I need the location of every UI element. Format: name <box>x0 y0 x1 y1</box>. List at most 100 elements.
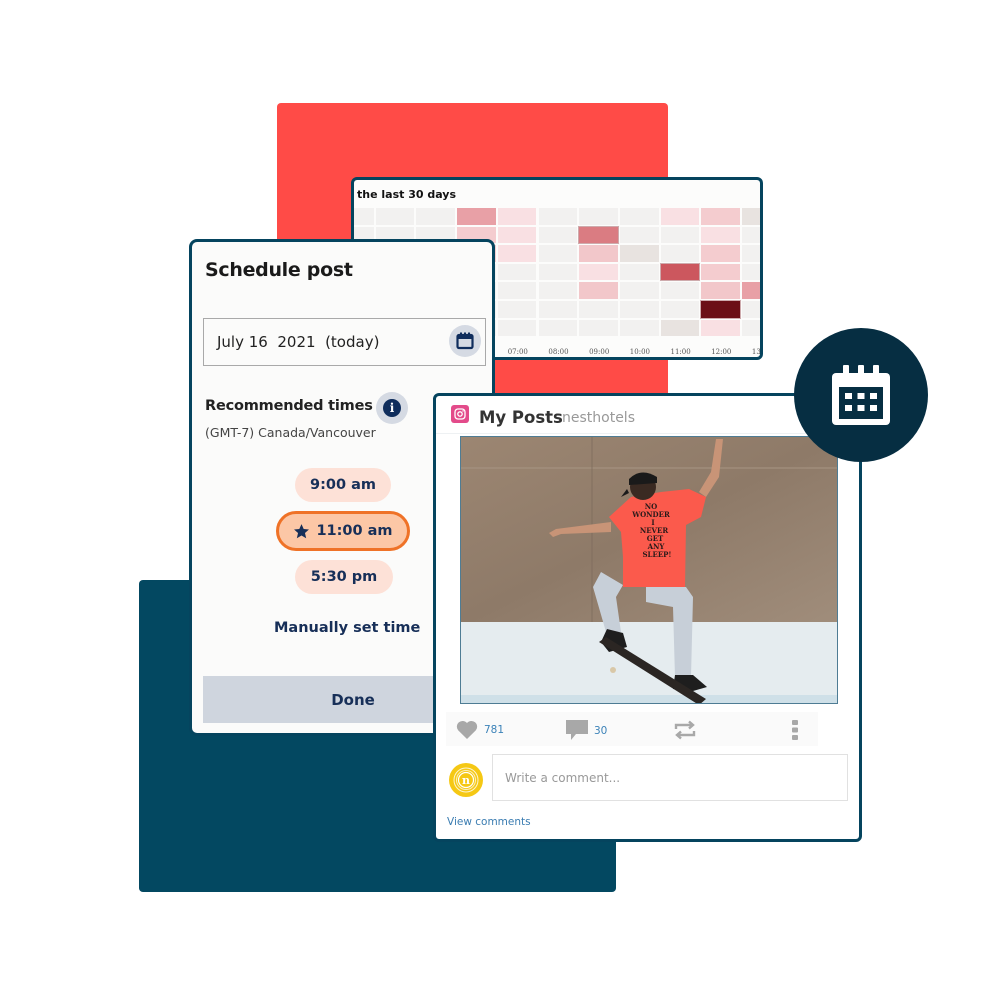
post-actions-bar: 781 30 <box>446 712 818 746</box>
svg-text:SLEEP!: SLEEP! <box>643 550 672 559</box>
heatmap-cell <box>375 208 415 225</box>
heatmap-cell <box>457 208 496 225</box>
repost-button[interactable] <box>673 720 697 740</box>
info-button[interactable]: i <box>376 392 408 424</box>
time-label: 11:00 am <box>316 523 393 539</box>
heatmap-cell <box>578 225 619 245</box>
heatmap-cell <box>742 245 760 262</box>
heatmap-cell <box>538 319 578 337</box>
heatmap-cell <box>497 282 537 299</box>
date-value: July 16 2021 (today) <box>217 333 380 351</box>
like-count: 781 <box>484 723 505 736</box>
comment-input[interactable] <box>492 754 848 801</box>
heatmap-cell <box>579 301 618 318</box>
heatmap-cell <box>701 282 740 299</box>
date-picker-button[interactable] <box>449 325 481 357</box>
calendar-icon <box>456 332 474 350</box>
heatmap-cell <box>538 263 578 281</box>
heart-icon <box>456 720 478 739</box>
heatmap-x-label: 12:00 <box>711 348 732 356</box>
heatmap-cell <box>579 319 618 337</box>
more-vertical-icon <box>792 720 798 740</box>
heatmap-cell <box>619 263 659 281</box>
heatmap-cell <box>742 263 760 281</box>
heatmap-cell <box>538 226 578 244</box>
heatmap-cell <box>742 208 760 225</box>
heatmap-x-label: 11:00 <box>670 348 691 356</box>
heatmap-cell <box>742 282 760 299</box>
dialog-title: Schedule post <box>205 259 353 281</box>
heatmap-x-label: 13:00 <box>751 348 763 356</box>
heatmap-cell <box>619 319 659 337</box>
comment-count: 30 <box>594 724 608 737</box>
heatmap-cell <box>579 263 618 281</box>
heatmap-cell <box>659 262 701 282</box>
heatmap-cell <box>354 208 374 225</box>
heatmap-cell <box>579 208 618 225</box>
posts-title: My Posts <box>479 408 563 427</box>
heatmap-cell <box>579 245 618 262</box>
info-icon: i <box>383 399 401 417</box>
heatmap-cell <box>660 301 700 318</box>
instagram-icon <box>451 405 469 423</box>
like-button[interactable]: 781 <box>456 720 504 739</box>
heatmap-cell <box>538 282 578 299</box>
heatmap-cell <box>742 319 760 337</box>
comment-icon <box>566 720 588 740</box>
calendar-icon <box>832 365 890 425</box>
comment-button[interactable]: 30 <box>566 720 607 741</box>
calendar-badge <box>794 328 928 462</box>
time-option-9am[interactable]: 9:00 am <box>295 468 391 502</box>
heatmap-cell <box>619 301 659 318</box>
heatmap-cell <box>660 282 700 299</box>
heatmap-cell <box>497 301 537 318</box>
heatmap-cell <box>660 319 700 337</box>
nest-logo-icon: n <box>453 767 479 793</box>
heatmap-x-label: 10:00 <box>629 348 650 356</box>
heatmap-cell <box>660 226 700 244</box>
heatmap-cell <box>497 263 537 281</box>
date-field[interactable]: July 16 2021 (today) <box>203 318 486 366</box>
heatmap-x-label: 07:00 <box>507 348 528 356</box>
skateboarder-photo: NO WONDER I NEVER GET ANY SLEEP! <box>461 437 837 703</box>
heatmap-cell <box>416 208 456 225</box>
repost-icon <box>674 720 696 740</box>
heatmap-cell <box>700 300 741 319</box>
account-handle: nesthotels <box>562 410 635 426</box>
heatmap-cell <box>619 208 659 225</box>
heatmap-x-label: 08:00 <box>548 348 569 356</box>
avatar: n <box>449 763 483 797</box>
time-label: 9:00 am <box>309 477 376 493</box>
more-options-button[interactable] <box>792 720 798 740</box>
timezone-label: (GMT-7) Canada/Vancouver <box>205 425 376 440</box>
heatmap-cell <box>619 226 659 244</box>
heatmap-cell <box>497 245 537 262</box>
star-icon <box>294 523 310 538</box>
heatmap-cell <box>701 263 740 281</box>
heatmap-title: the last 30 days <box>357 188 457 201</box>
heatmap-cell <box>660 245 700 262</box>
post-image[interactable]: NO WONDER I NEVER GET ANY SLEEP! <box>460 436 838 704</box>
instagram-post-card: My Posts nesthotels NO WONDER I NEVER GE… <box>433 393 862 842</box>
heatmap-x-label: 09:00 <box>589 348 610 356</box>
heatmap-cell <box>497 319 537 337</box>
time-label: 5:30 pm <box>310 569 378 585</box>
manually-set-time-link[interactable]: Manually set time <box>274 620 420 636</box>
heatmap-cell <box>701 208 740 225</box>
heatmap-cell <box>701 226 740 244</box>
recommended-times-heading: Recommended times <box>205 398 373 414</box>
heatmap-cell <box>701 319 740 337</box>
heatmap-cell <box>497 226 537 244</box>
heatmap-cell <box>619 245 659 262</box>
time-option-530pm[interactable]: 5:30 pm <box>295 560 393 594</box>
svg-text:n: n <box>462 774 470 787</box>
heatmap-cell <box>538 301 578 318</box>
heatmap-cell <box>538 245 578 262</box>
time-option-11am-selected[interactable]: 11:00 am <box>276 511 410 551</box>
view-comments-link[interactable]: View comments <box>447 816 531 828</box>
heatmap-cell <box>701 245 740 262</box>
heatmap-cell <box>538 208 578 225</box>
heatmap-cell <box>619 282 659 299</box>
heatmap-cell <box>660 208 700 225</box>
heatmap-cell <box>742 301 760 318</box>
